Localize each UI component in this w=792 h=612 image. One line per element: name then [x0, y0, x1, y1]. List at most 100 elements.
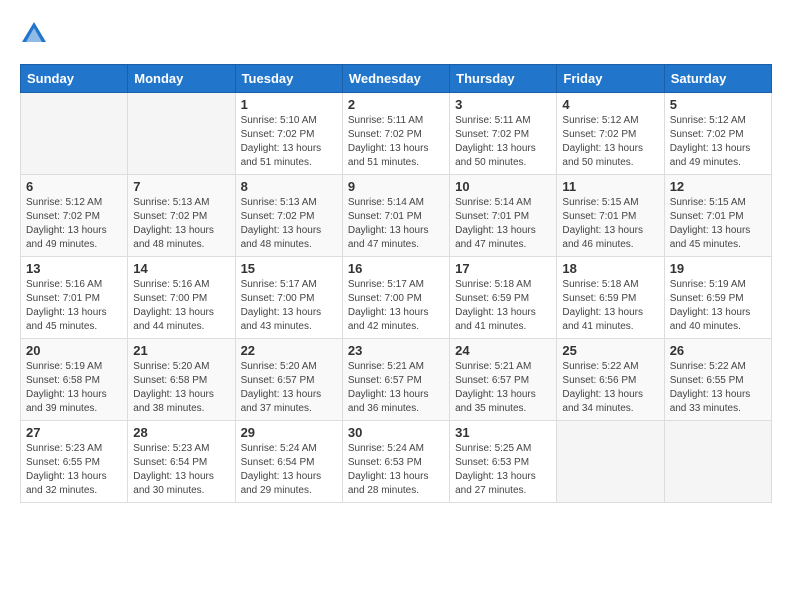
day-info: Sunrise: 5:18 AM Sunset: 6:59 PM Dayligh…: [455, 278, 551, 334]
sunset-text: Sunset: 7:01 PM: [455, 211, 529, 222]
calendar-header: SundayMondayTuesdayWednesdayThursdayFrid…: [21, 65, 772, 93]
sunrise-text: Sunrise: 5:22 AM: [562, 361, 638, 372]
day-info: Sunrise: 5:17 AM Sunset: 7:00 PM Dayligh…: [348, 278, 444, 334]
day-number: 5: [670, 97, 766, 112]
day-number: 18: [562, 261, 658, 276]
sunrise-text: Sunrise: 5:10 AM: [241, 115, 317, 126]
day-number: 17: [455, 261, 551, 276]
sunset-text: Sunset: 6:59 PM: [455, 293, 529, 304]
day-number: 23: [348, 343, 444, 358]
day-info: Sunrise: 5:22 AM Sunset: 6:56 PM Dayligh…: [562, 360, 658, 416]
daylight-text: Daylight: 13 hours and 49 minutes.: [670, 143, 751, 168]
sunset-text: Sunset: 7:00 PM: [133, 293, 207, 304]
calendar-week-row: 20 Sunrise: 5:19 AM Sunset: 6:58 PM Dayl…: [21, 339, 772, 421]
day-info: Sunrise: 5:20 AM Sunset: 6:58 PM Dayligh…: [133, 360, 229, 416]
day-info: Sunrise: 5:14 AM Sunset: 7:01 PM Dayligh…: [455, 196, 551, 252]
day-info: Sunrise: 5:20 AM Sunset: 6:57 PM Dayligh…: [241, 360, 337, 416]
daylight-text: Daylight: 13 hours and 47 minutes.: [455, 225, 536, 250]
day-number: 26: [670, 343, 766, 358]
daylight-text: Daylight: 13 hours and 41 minutes.: [455, 307, 536, 332]
sunrise-text: Sunrise: 5:16 AM: [26, 279, 102, 290]
calendar-cell: 25 Sunrise: 5:22 AM Sunset: 6:56 PM Dayl…: [557, 339, 664, 421]
calendar-cell: 12 Sunrise: 5:15 AM Sunset: 7:01 PM Dayl…: [664, 175, 771, 257]
day-number: 3: [455, 97, 551, 112]
day-number: 31: [455, 425, 551, 440]
header-cell: Sunday: [21, 65, 128, 93]
calendar-body: 1 Sunrise: 5:10 AM Sunset: 7:02 PM Dayli…: [21, 93, 772, 503]
daylight-text: Daylight: 13 hours and 45 minutes.: [670, 225, 751, 250]
daylight-text: Daylight: 13 hours and 48 minutes.: [241, 225, 322, 250]
day-number: 9: [348, 179, 444, 194]
sunrise-text: Sunrise: 5:17 AM: [241, 279, 317, 290]
sunset-text: Sunset: 7:01 PM: [670, 211, 744, 222]
day-number: 28: [133, 425, 229, 440]
calendar-cell: 17 Sunrise: 5:18 AM Sunset: 6:59 PM Dayl…: [450, 257, 557, 339]
day-number: 29: [241, 425, 337, 440]
day-info: Sunrise: 5:10 AM Sunset: 7:02 PM Dayligh…: [241, 114, 337, 170]
calendar-cell: [664, 421, 771, 503]
daylight-text: Daylight: 13 hours and 39 minutes.: [26, 389, 107, 414]
logo-icon: [20, 20, 48, 48]
day-info: Sunrise: 5:24 AM Sunset: 6:54 PM Dayligh…: [241, 442, 337, 498]
calendar-cell: 11 Sunrise: 5:15 AM Sunset: 7:01 PM Dayl…: [557, 175, 664, 257]
day-info: Sunrise: 5:19 AM Sunset: 6:59 PM Dayligh…: [670, 278, 766, 334]
day-number: 25: [562, 343, 658, 358]
page-header: [20, 20, 772, 48]
day-info: Sunrise: 5:14 AM Sunset: 7:01 PM Dayligh…: [348, 196, 444, 252]
day-number: 30: [348, 425, 444, 440]
day-info: Sunrise: 5:18 AM Sunset: 6:59 PM Dayligh…: [562, 278, 658, 334]
sunrise-text: Sunrise: 5:18 AM: [562, 279, 638, 290]
sunset-text: Sunset: 6:55 PM: [26, 457, 100, 468]
daylight-text: Daylight: 13 hours and 35 minutes.: [455, 389, 536, 414]
day-info: Sunrise: 5:23 AM Sunset: 6:54 PM Dayligh…: [133, 442, 229, 498]
day-number: 15: [241, 261, 337, 276]
day-info: Sunrise: 5:24 AM Sunset: 6:53 PM Dayligh…: [348, 442, 444, 498]
calendar-cell: 29 Sunrise: 5:24 AM Sunset: 6:54 PM Dayl…: [235, 421, 342, 503]
header-row: SundayMondayTuesdayWednesdayThursdayFrid…: [21, 65, 772, 93]
sunrise-text: Sunrise: 5:21 AM: [348, 361, 424, 372]
header-cell: Wednesday: [342, 65, 449, 93]
calendar-cell: 23 Sunrise: 5:21 AM Sunset: 6:57 PM Dayl…: [342, 339, 449, 421]
day-info: Sunrise: 5:25 AM Sunset: 6:53 PM Dayligh…: [455, 442, 551, 498]
day-number: 21: [133, 343, 229, 358]
daylight-text: Daylight: 13 hours and 44 minutes.: [133, 307, 214, 332]
day-info: Sunrise: 5:16 AM Sunset: 7:00 PM Dayligh…: [133, 278, 229, 334]
sunrise-text: Sunrise: 5:11 AM: [348, 115, 423, 126]
calendar-cell: 30 Sunrise: 5:24 AM Sunset: 6:53 PM Dayl…: [342, 421, 449, 503]
sunrise-text: Sunrise: 5:25 AM: [455, 443, 531, 454]
daylight-text: Daylight: 13 hours and 37 minutes.: [241, 389, 322, 414]
day-info: Sunrise: 5:13 AM Sunset: 7:02 PM Dayligh…: [133, 196, 229, 252]
calendar-cell: 9 Sunrise: 5:14 AM Sunset: 7:01 PM Dayli…: [342, 175, 449, 257]
sunset-text: Sunset: 6:58 PM: [26, 375, 100, 386]
daylight-text: Daylight: 13 hours and 27 minutes.: [455, 471, 536, 496]
calendar-week-row: 27 Sunrise: 5:23 AM Sunset: 6:55 PM Dayl…: [21, 421, 772, 503]
daylight-text: Daylight: 13 hours and 45 minutes.: [26, 307, 107, 332]
sunset-text: Sunset: 6:59 PM: [562, 293, 636, 304]
header-cell: Thursday: [450, 65, 557, 93]
daylight-text: Daylight: 13 hours and 36 minutes.: [348, 389, 429, 414]
day-number: 14: [133, 261, 229, 276]
day-info: Sunrise: 5:16 AM Sunset: 7:01 PM Dayligh…: [26, 278, 122, 334]
daylight-text: Daylight: 13 hours and 51 minutes.: [241, 143, 322, 168]
day-number: 24: [455, 343, 551, 358]
sunrise-text: Sunrise: 5:17 AM: [348, 279, 424, 290]
daylight-text: Daylight: 13 hours and 51 minutes.: [348, 143, 429, 168]
sunrise-text: Sunrise: 5:22 AM: [670, 361, 746, 372]
sunset-text: Sunset: 6:57 PM: [241, 375, 315, 386]
day-info: Sunrise: 5:11 AM Sunset: 7:02 PM Dayligh…: [455, 114, 551, 170]
sunrise-text: Sunrise: 5:21 AM: [455, 361, 531, 372]
sunset-text: Sunset: 7:00 PM: [348, 293, 422, 304]
daylight-text: Daylight: 13 hours and 29 minutes.: [241, 471, 322, 496]
day-number: 13: [26, 261, 122, 276]
sunset-text: Sunset: 7:01 PM: [348, 211, 422, 222]
day-number: 27: [26, 425, 122, 440]
sunrise-text: Sunrise: 5:20 AM: [133, 361, 209, 372]
sunrise-text: Sunrise: 5:12 AM: [26, 197, 102, 208]
day-info: Sunrise: 5:23 AM Sunset: 6:55 PM Dayligh…: [26, 442, 122, 498]
calendar-cell: 15 Sunrise: 5:17 AM Sunset: 7:00 PM Dayl…: [235, 257, 342, 339]
day-number: 12: [670, 179, 766, 194]
day-number: 20: [26, 343, 122, 358]
calendar-cell: 13 Sunrise: 5:16 AM Sunset: 7:01 PM Dayl…: [21, 257, 128, 339]
calendar-week-row: 6 Sunrise: 5:12 AM Sunset: 7:02 PM Dayli…: [21, 175, 772, 257]
calendar-table: SundayMondayTuesdayWednesdayThursdayFrid…: [20, 64, 772, 503]
